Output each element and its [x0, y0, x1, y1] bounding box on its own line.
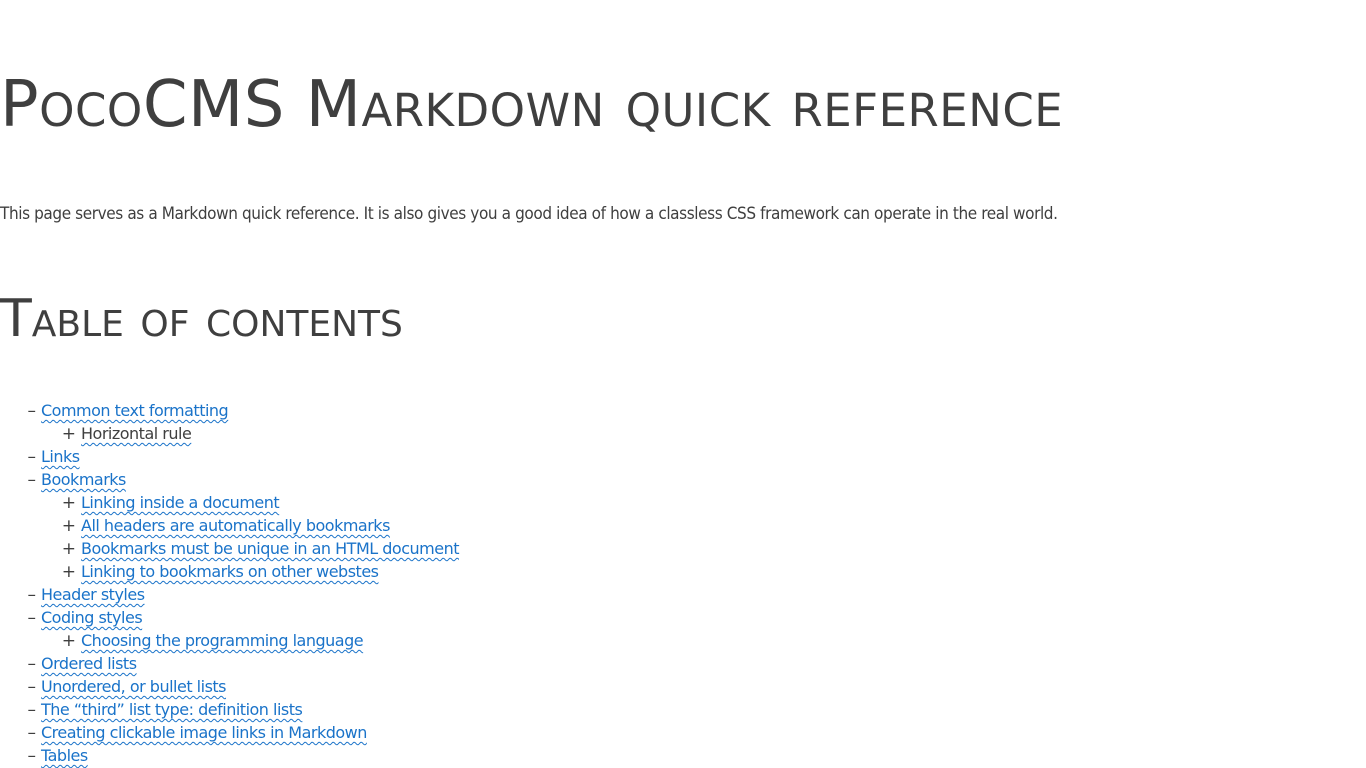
toc-item: – Creating clickable image links in Markd…: [0, 721, 459, 744]
page-title: PocoCMS Markdown quick reference: [0, 68, 1064, 142]
plus-bullet-icon: +: [61, 539, 76, 559]
toc-link-bookmarks-must-be-unique[interactable]: Bookmarks must be unique in an HTML docu…: [81, 539, 459, 558]
toc-link-clickable-image-links[interactable]: Creating clickable image links in Markdo…: [41, 723, 367, 742]
plus-bullet-icon: +: [61, 631, 76, 651]
toc-item: – Common text formatting: [0, 399, 459, 422]
toc-link-horizontal-rule[interactable]: Horizontal rule: [81, 424, 192, 443]
toc-item: – Bookmarks: [0, 468, 459, 491]
toc-item: + Choosing the programming language: [0, 629, 459, 652]
plus-bullet-icon: +: [61, 516, 76, 536]
intro-paragraph: This page serves as a Markdown quick ref…: [0, 204, 1058, 224]
toc-item: – Tables: [0, 744, 459, 767]
plus-bullet-icon: +: [61, 424, 76, 444]
toc-link-coding-styles[interactable]: Coding styles: [41, 608, 143, 627]
toc-link-common-text-formatting[interactable]: Common text formatting: [41, 401, 229, 420]
toc-link-definition-lists[interactable]: The “third” list type: definition lists: [41, 700, 303, 719]
toc-link-ordered-lists[interactable]: Ordered lists: [41, 654, 137, 673]
toc-link-choosing-programming-language[interactable]: Choosing the programming language: [81, 631, 364, 650]
dash-bullet-icon: –: [27, 723, 37, 743]
dash-bullet-icon: –: [27, 470, 37, 490]
dash-bullet-icon: –: [27, 585, 37, 605]
toc-item: – Ordered lists: [0, 652, 459, 675]
toc-heading: Table of contents: [0, 289, 403, 349]
toc-item: + Linking to bookmarks on other webstes: [0, 560, 459, 583]
toc-item: + Linking inside a document: [0, 491, 459, 514]
toc-item: – Header styles: [0, 583, 459, 606]
plus-bullet-icon: +: [61, 562, 76, 582]
dash-bullet-icon: –: [27, 654, 37, 674]
toc-item: – Coding styles: [0, 606, 459, 629]
dash-bullet-icon: –: [27, 447, 37, 467]
toc-item: – Unordered, or bullet lists: [0, 675, 459, 698]
dash-bullet-icon: –: [27, 401, 37, 421]
dash-bullet-icon: –: [27, 677, 37, 697]
toc-link-linking-to-bookmarks-other-websites[interactable]: Linking to bookmarks on other webstes: [81, 562, 379, 581]
toc-link-linking-inside-a-document[interactable]: Linking inside a document: [81, 493, 280, 512]
table-of-contents: – Common text formatting + Horizontal rule…: [0, 399, 460, 767]
toc-item: – Links: [0, 445, 459, 468]
dash-bullet-icon: –: [27, 700, 37, 720]
toc-link-bookmarks[interactable]: Bookmarks: [41, 470, 126, 489]
toc-item: + All headers are automatically bookmarks: [0, 514, 459, 537]
dash-bullet-icon: –: [27, 608, 37, 628]
page: PocoCMS Markdown quick reference This pa…: [0, 0, 1366, 768]
toc-link-header-styles[interactable]: Header styles: [41, 585, 145, 604]
toc-item: + Bookmarks must be unique in an HTML doc…: [0, 537, 460, 560]
toc-link-all-headers-are-bookmarks[interactable]: All headers are automatically bookmarks: [81, 516, 390, 535]
toc-link-unordered-lists[interactable]: Unordered, or bullet lists: [41, 677, 227, 696]
toc-item: – The “third” list type: definition lists: [0, 698, 459, 721]
toc-item: + Horizontal rule: [0, 422, 459, 445]
plus-bullet-icon: +: [61, 493, 76, 513]
toc-link-links[interactable]: Links: [41, 447, 80, 466]
toc-link-tables[interactable]: Tables: [41, 746, 88, 765]
dash-bullet-icon: –: [27, 746, 37, 766]
